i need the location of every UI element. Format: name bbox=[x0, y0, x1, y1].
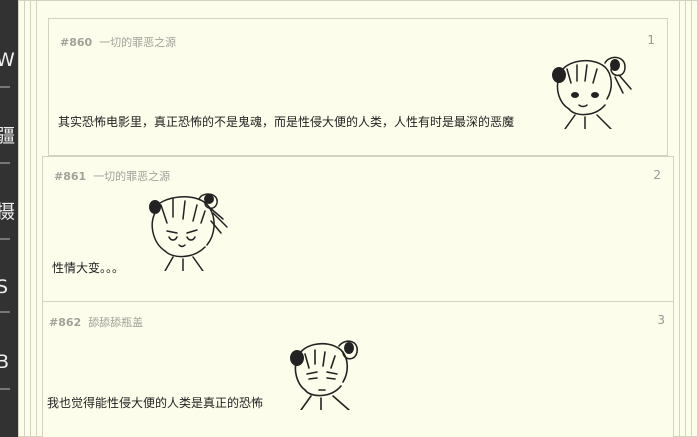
post-text: 性情大变。。。 bbox=[52, 261, 125, 275]
post-card: #860 一切的罪恶之源 1 其实恐怖电影里，真正恐怖的不是鬼魂，而是性侵大便的人… bbox=[48, 18, 668, 156]
background-divider bbox=[0, 388, 10, 398]
background-divider bbox=[0, 162, 10, 172]
anime-girl-sticker-serious bbox=[290, 340, 358, 410]
anime-girl-sticker bbox=[552, 56, 632, 129]
floor-number: 3 bbox=[657, 313, 665, 327]
post-id[interactable]: #862 bbox=[49, 316, 81, 329]
post-author[interactable]: 一切的罪恶之源 bbox=[99, 36, 176, 49]
post-meta: #861 一切的罪恶之源 bbox=[54, 168, 170, 184]
background-divider bbox=[0, 86, 10, 96]
post-meta: #862 舔舔舔瓶盖 bbox=[49, 314, 143, 330]
floor-number: 1 bbox=[647, 33, 655, 47]
post-text: 其实恐怖电影里，真正恐怖的不是鬼魂，而是性侵大便的人类，人性有时是最深的恶魔 bbox=[58, 115, 515, 129]
post-card: #861 一切的罪恶之源 2 性情大变。。。 bbox=[42, 156, 674, 302]
anime-girl-sticker-crying bbox=[149, 193, 228, 271]
background-divider bbox=[0, 311, 10, 321]
post-id[interactable]: #861 bbox=[54, 170, 86, 183]
floor-number: 2 bbox=[653, 168, 661, 182]
post-author[interactable]: 一切的罪恶之源 bbox=[93, 170, 170, 183]
post-card: #862 舔舔舔瓶盖 3 我也觉得能性侵大便的人类是真正的恐怖 bbox=[42, 297, 674, 437]
post-id[interactable]: #860 bbox=[60, 36, 92, 49]
post-text: 我也觉得能性侵大便的人类是真正的恐怖 bbox=[47, 396, 264, 410]
post-author[interactable]: 舔舔舔瓶盖 bbox=[88, 316, 143, 329]
background-divider bbox=[0, 238, 10, 248]
post-meta: #860 一切的罪恶之源 bbox=[60, 34, 176, 50]
